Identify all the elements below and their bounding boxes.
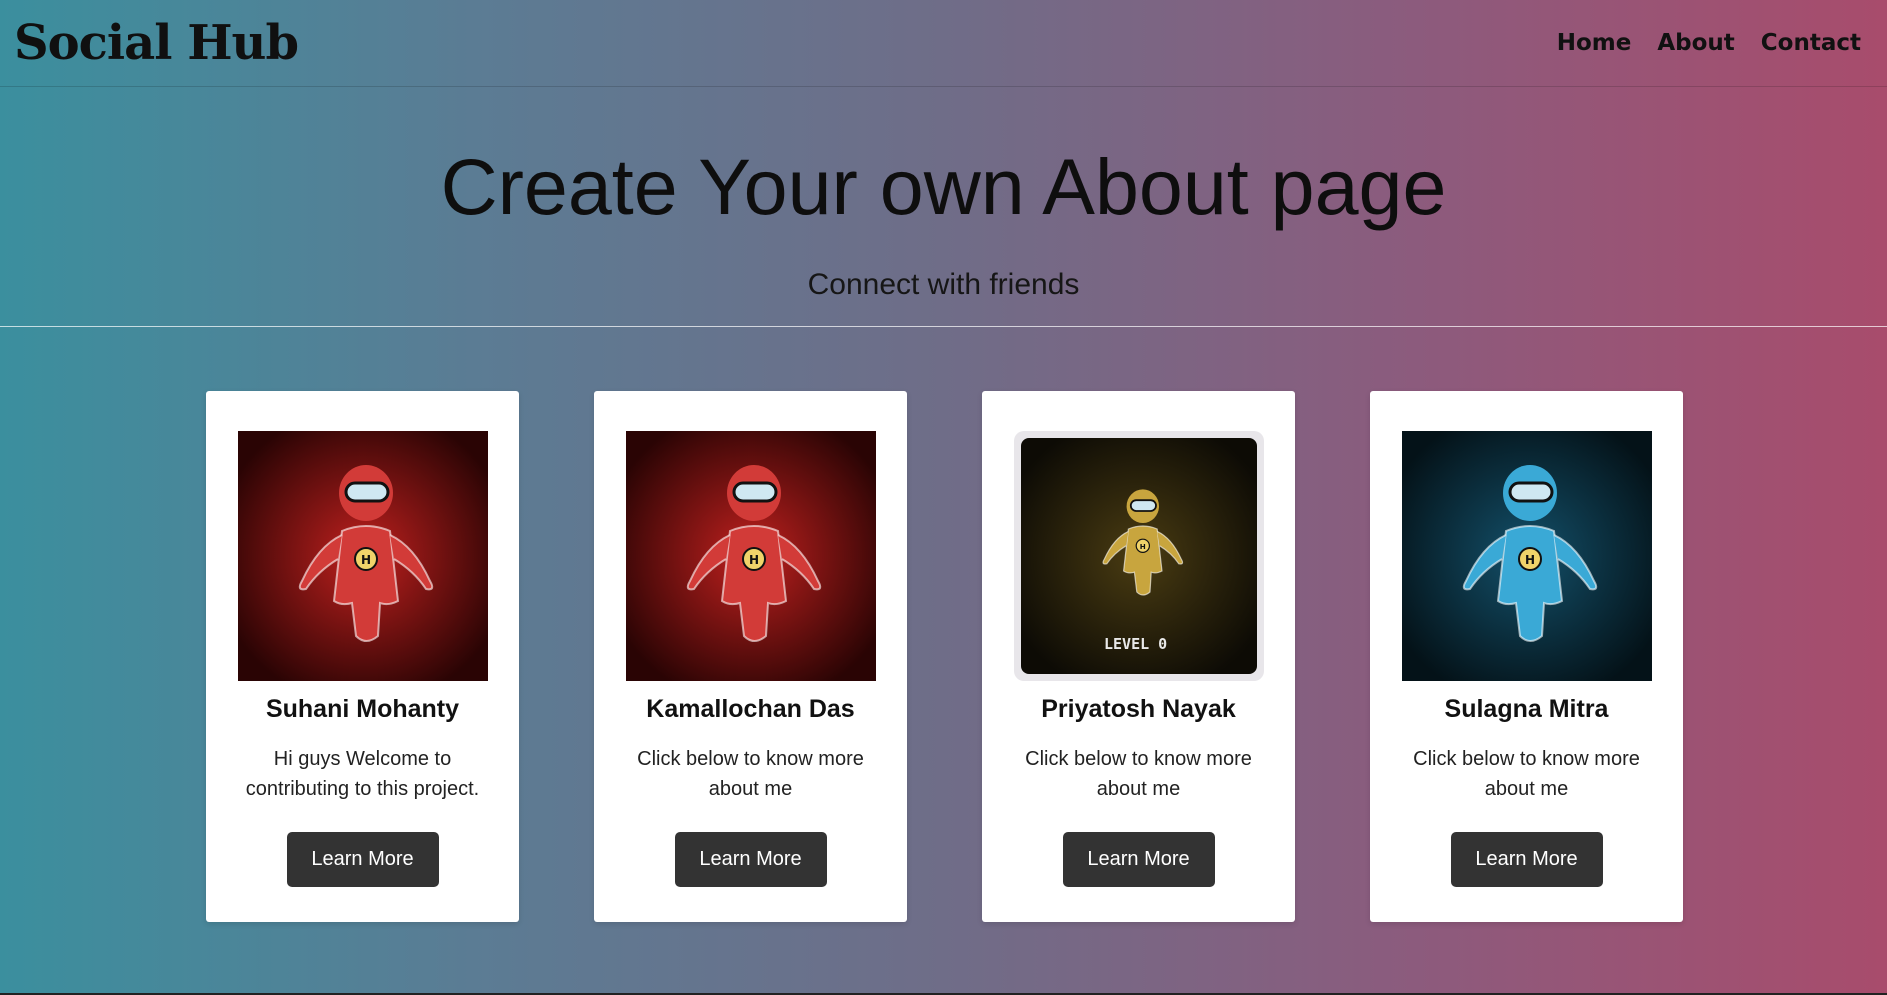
- blue-astronaut-icon: [1401, 431, 1652, 681]
- learn-more-button[interactable]: Learn More: [1450, 832, 1603, 887]
- main-nav: Home About Contact: [1557, 30, 1861, 56]
- gold-astronaut-icon: LEVEL 0: [1013, 431, 1264, 681]
- red-astronaut-icon: [625, 431, 876, 681]
- site-logo[interactable]: Social Hub: [14, 15, 299, 71]
- level-badge: LEVEL 0: [1104, 635, 1167, 653]
- red-astronaut-icon: [237, 431, 488, 681]
- page-title: Create Your own About page: [440, 142, 1447, 231]
- profile-card: Sulagna Mitra Click below to know more a…: [1370, 391, 1683, 922]
- profile-name: Priyatosh Nayak: [1041, 695, 1236, 723]
- profile-description: Click below to know more about me: [637, 748, 864, 800]
- section-divider: [0, 326, 1887, 327]
- learn-more-button[interactable]: Learn More: [674, 832, 827, 887]
- profile-card: Kamallochan Das Click below to know more…: [594, 391, 907, 922]
- profile-card: LEVEL 0 Priyatosh Nayak Click below to k…: [982, 391, 1295, 922]
- profile-name: Suhani Mohanty: [265, 695, 460, 723]
- nav-link-contact[interactable]: Contact: [1761, 30, 1861, 56]
- profile-card: Suhani Mohanty Hi guys Welcome to contri…: [206, 391, 519, 922]
- hero-section: Create Your own About page Connect with …: [0, 87, 1887, 302]
- learn-more-button[interactable]: Learn More: [1062, 832, 1215, 887]
- nav-link-about[interactable]: About: [1657, 30, 1734, 56]
- profile-description: Hi guys Welcome to contributing to this …: [245, 748, 480, 800]
- learn-more-button[interactable]: Learn More: [286, 832, 439, 887]
- profile-name: Sulagna Mitra: [1444, 695, 1609, 723]
- profile-name: Kamallochan Das: [646, 695, 855, 723]
- nav-link-home[interactable]: Home: [1557, 30, 1632, 56]
- top-navbar: Social Hub Home About Contact: [0, 0, 1887, 87]
- profile-cards: Suhani Mohanty Hi guys Welcome to contri…: [206, 391, 1683, 922]
- profile-description: Click below to know more about me: [1413, 748, 1640, 800]
- page-subtitle: Connect with friends: [807, 268, 1080, 301]
- profile-description: Click below to know more about me: [1025, 748, 1252, 800]
